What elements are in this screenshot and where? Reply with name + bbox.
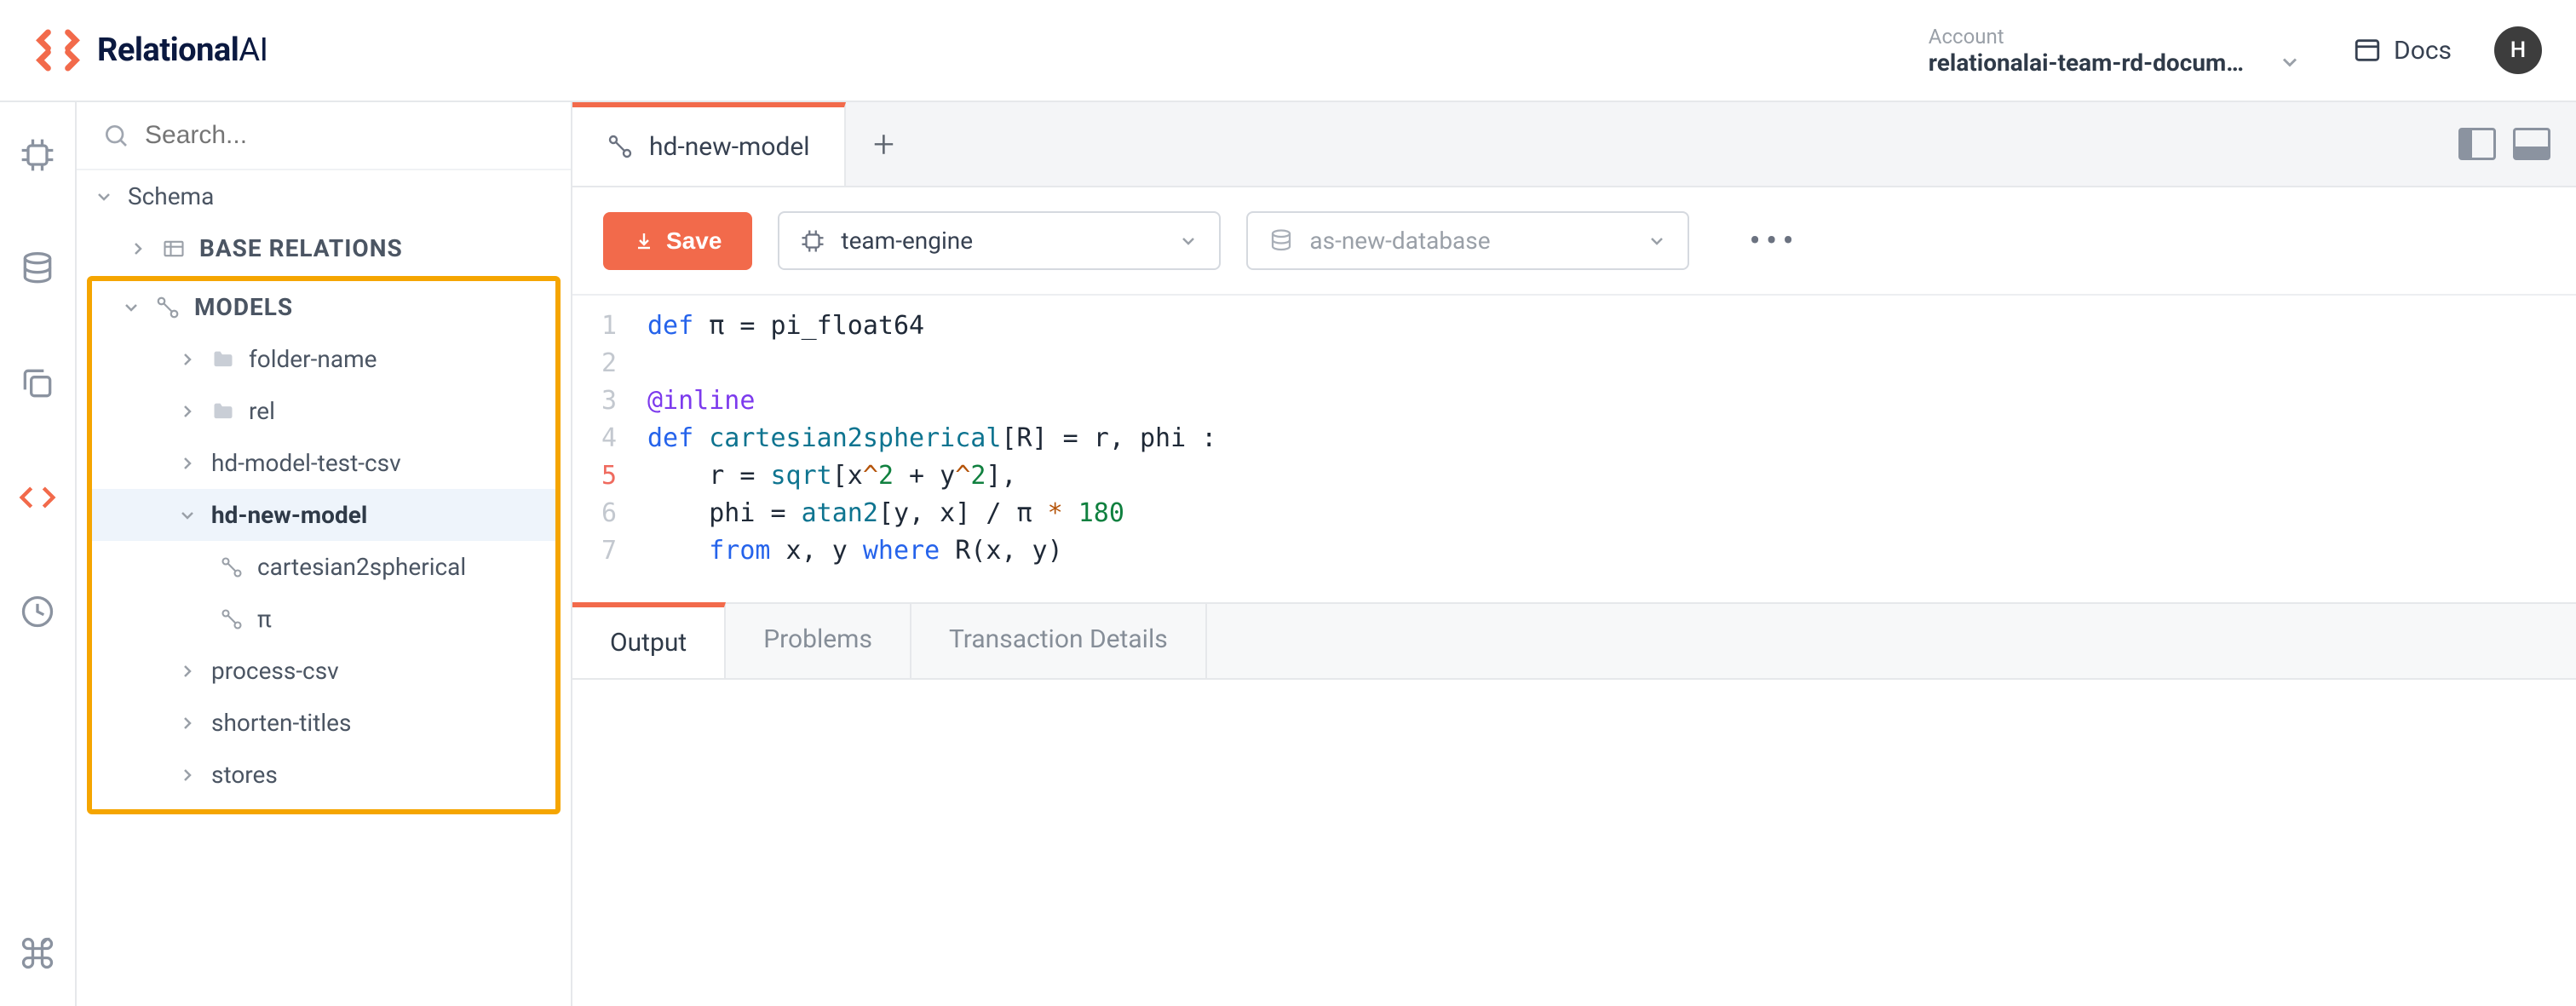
tree-base-relations[interactable]: BASE RELATIONS — [77, 222, 571, 274]
output-tab-output[interactable]: Output — [572, 602, 726, 678]
save-button[interactable]: Save — [603, 212, 752, 270]
database-icon — [1268, 228, 1294, 254]
model-icon — [220, 555, 244, 579]
tree-item-shorten-titles[interactable]: shorten-titles — [92, 697, 555, 749]
chevron-down-icon — [177, 505, 198, 526]
table-icon — [162, 237, 186, 261]
copy-icon[interactable] — [19, 365, 56, 402]
chevron-down-icon — [121, 297, 141, 318]
app-header: RelationalAI Account relationalai-team-r… — [0, 0, 2576, 102]
models-label: MODELS — [194, 293, 293, 321]
avatar-initial: H — [2510, 37, 2526, 63]
book-icon — [2353, 36, 2382, 65]
database-selector[interactable]: as-new-database — [1246, 211, 1689, 270]
tree-item-folder-name[interactable]: folder-name — [92, 333, 555, 385]
chevron-right-icon — [177, 349, 198, 370]
split-vertical-button[interactable] — [2458, 128, 2496, 160]
database-icon[interactable] — [19, 250, 56, 288]
account-selector[interactable]: Account relationalai-team-rd-docum… — [1929, 25, 2302, 77]
brand-name: RelationalAI — [97, 32, 267, 69]
models-highlight: MODELS folder-name rel hd-model-test-csv — [87, 276, 561, 814]
new-tab-button[interactable]: + — [846, 102, 923, 186]
model-icon — [155, 295, 181, 320]
nav-rail — [0, 102, 77, 1006]
tab-label: hd-new-model — [649, 132, 810, 162]
tree-item-process-csv[interactable]: process-csv — [92, 645, 555, 697]
database-value: as-new-database — [1309, 227, 1490, 255]
user-avatar[interactable]: H — [2494, 26, 2542, 74]
tab-hd-new-model[interactable]: hd-new-model — [572, 102, 846, 186]
chevron-down-icon — [1178, 231, 1199, 251]
output-body — [572, 680, 2576, 1006]
chevron-right-icon — [177, 401, 198, 422]
line-gutter: 1 2 3 4 5 6 7 — [572, 308, 632, 602]
explorer-panel: Schema BASE RELATIONS MODELS folder-name — [77, 102, 572, 1006]
plus-icon: + — [873, 122, 894, 166]
search-input[interactable] — [145, 121, 545, 150]
engine-value: team-engine — [841, 227, 973, 255]
search-icon — [102, 122, 129, 149]
history-icon[interactable] — [19, 593, 56, 630]
save-label: Save — [666, 227, 722, 255]
folder-icon — [211, 400, 235, 423]
brand-mark-icon — [34, 26, 82, 74]
tree-item-hd-new-model[interactable]: hd-new-model — [92, 489, 555, 541]
code-editor[interactable]: 1 2 3 4 5 6 7 def π = pi_float64 @inline… — [572, 296, 2576, 602]
chevron-right-icon — [177, 765, 198, 785]
output-tabs: Output Problems Transaction Details — [572, 602, 2576, 680]
more-actions-button[interactable]: ••• — [1749, 221, 1799, 261]
docs-link[interactable]: Docs — [2353, 36, 2452, 66]
chip-icon[interactable] — [19, 136, 56, 174]
engine-selector[interactable]: team-engine — [778, 211, 1221, 270]
base-relations-label: BASE RELATIONS — [199, 234, 403, 262]
tree-item-hd-model-test-csv[interactable]: hd-model-test-csv — [92, 437, 555, 489]
editor-tabs: hd-new-model + — [572, 102, 2576, 187]
schema-tree: Schema BASE RELATIONS MODELS folder-name — [77, 170, 571, 816]
chevron-right-icon — [177, 661, 198, 681]
tree-item-cartesian2spherical[interactable]: cartesian2spherical — [92, 541, 555, 593]
model-icon — [607, 133, 634, 160]
model-icon — [220, 607, 244, 631]
tree-item-rel[interactable]: rel — [92, 385, 555, 437]
tree-item-pi[interactable]: π — [92, 593, 555, 645]
chevron-down-icon — [2278, 50, 2302, 74]
schema-label: Schema — [128, 182, 214, 210]
tree-item-stores[interactable]: stores — [92, 749, 555, 801]
docs-label: Docs — [2394, 36, 2452, 66]
chevron-right-icon — [177, 453, 198, 474]
editor-toolbar: Save team-engine as-new-database ••• — [572, 187, 2576, 296]
folder-icon — [211, 348, 235, 371]
search-row[interactable] — [77, 102, 571, 170]
main-panel: hd-new-model + Save team-engine as-new-d… — [572, 102, 2576, 1006]
output-tab-problems[interactable]: Problems — [726, 604, 911, 678]
download-icon — [634, 231, 654, 251]
chevron-right-icon — [177, 713, 198, 733]
chevron-down-icon — [94, 187, 114, 207]
code-body[interactable]: def π = pi_float64 @inline def cartesian… — [632, 308, 1216, 602]
split-horizontal-button[interactable] — [2513, 128, 2550, 160]
code-icon[interactable] — [19, 479, 56, 516]
brand-logo[interactable]: RelationalAI — [34, 26, 267, 74]
tree-schema[interactable]: Schema — [77, 170, 571, 222]
command-icon[interactable] — [19, 934, 56, 972]
output-tab-transaction-details[interactable]: Transaction Details — [911, 604, 1207, 678]
account-label: Account — [1929, 25, 2302, 49]
tree-models[interactable]: MODELS — [92, 281, 555, 333]
chevron-right-icon — [128, 239, 148, 259]
chip-icon — [800, 228, 825, 254]
account-name: relationalai-team-rd-docum… — [1929, 49, 2244, 77]
chevron-down-icon — [1647, 231, 1667, 251]
